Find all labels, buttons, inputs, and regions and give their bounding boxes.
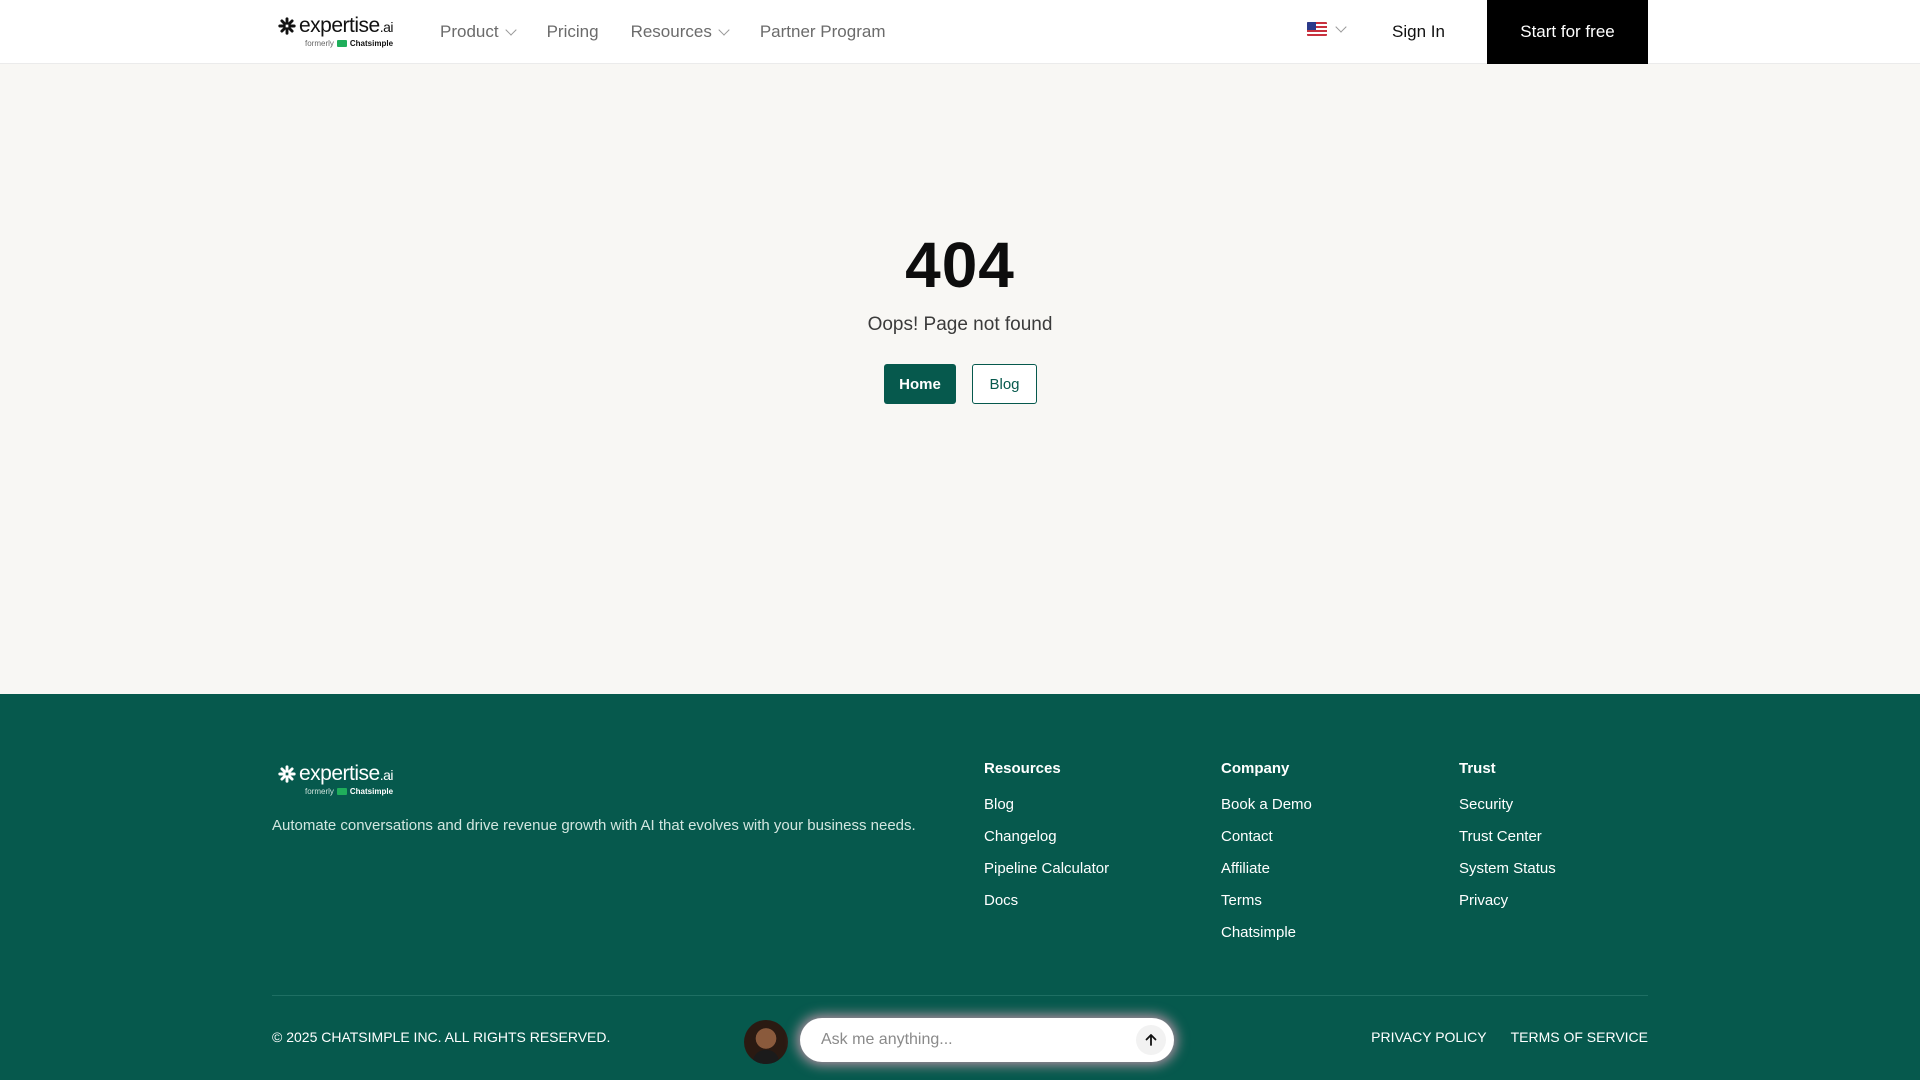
chat-widget [800, 1018, 1174, 1062]
asterisk-logo-icon [278, 765, 296, 783]
home-button[interactable]: Home [884, 364, 956, 404]
sign-in-link[interactable]: Sign In [1392, 0, 1445, 64]
footer-logo[interactable]: expertise.ai formerly Chatsimple [278, 762, 394, 796]
main-nav: Product Pricing Resources Partner Progra… [440, 0, 886, 64]
footer-column-trust: Trust Security Trust Center System Statu… [1459, 760, 1556, 924]
footer-column-company: Company Book a Demo Contact Affiliate Te… [1221, 760, 1312, 956]
footer-column-resources: Resources Blog Changelog Pipeline Calcul… [984, 760, 1109, 924]
nav-product[interactable]: Product [440, 22, 517, 42]
error-actions: Home Blog [884, 364, 1037, 404]
chevron-down-icon [718, 24, 730, 36]
error-message: Oops! Page not found [867, 314, 1053, 335]
footer-link-privacy[interactable]: Privacy [1459, 892, 1556, 910]
privacy-policy-link[interactable]: PRIVACY POLICY [1371, 1029, 1486, 1045]
nav-pricing[interactable]: Pricing [547, 22, 599, 42]
nav-resources[interactable]: Resources [630, 22, 730, 42]
footer-link-book-a-demo[interactable]: Book a Demo [1221, 796, 1312, 814]
copyright-text: © 2025 CHATSIMPLE INC. ALL RIGHTS RESERV… [272, 1029, 611, 1045]
nav-resources-label: Resources [630, 22, 712, 41]
footer-link-contact[interactable]: Contact [1221, 828, 1312, 846]
nav-pricing-label: Pricing [546, 22, 599, 41]
footer-divider [272, 995, 1648, 996]
logo-suffix: .ai [379, 19, 394, 35]
footer-column-title: Trust [1459, 760, 1496, 777]
logo-former-brand: Chatsimple [349, 39, 394, 48]
footer-link-docs[interactable]: Docs [984, 892, 1109, 910]
logo-wordmark: expertise [299, 14, 380, 37]
footer-link-system-status[interactable]: System Status [1459, 860, 1556, 878]
footer-link-changelog[interactable]: Changelog [984, 828, 1109, 846]
logo-formerly: formerly [305, 787, 334, 796]
footer-link-blog[interactable]: Blog [984, 796, 1109, 814]
chat-input[interactable] [821, 1031, 1121, 1049]
language-selector[interactable] [1307, 21, 1347, 36]
chevron-down-icon [1335, 21, 1347, 33]
chat-send-button[interactable] [1136, 1025, 1166, 1055]
chatsimple-badge-icon [336, 40, 347, 47]
nav-product-label: Product [440, 22, 499, 41]
terms-of-service-link[interactable]: TERMS OF SERVICE [1511, 1029, 1648, 1045]
footer-column-title: Company [1221, 760, 1290, 777]
asterisk-logo-icon [278, 17, 296, 35]
footer-column-title: Resources [984, 760, 1061, 777]
logo-wordmark: expertise [299, 762, 380, 785]
logo-suffix: .ai [379, 767, 394, 783]
blog-button[interactable]: Blog [972, 364, 1037, 404]
nav-partner-program-label: Partner Program [759, 22, 886, 41]
us-flag-icon [1307, 22, 1327, 36]
chevron-down-icon [504, 24, 517, 36]
footer-link-affiliate[interactable]: Affiliate [1221, 860, 1312, 878]
footer-tagline: Automate conversations and drive revenue… [272, 817, 916, 834]
logo-former-brand: Chatsimple [349, 787, 394, 796]
chatsimple-badge-icon [336, 788, 347, 795]
footer-link-trust-center[interactable]: Trust Center [1459, 828, 1556, 846]
arrow-up-icon [1145, 1034, 1157, 1046]
chat-agent-avatar[interactable] [744, 1020, 788, 1064]
header-logo[interactable]: expertise.ai formerly Chatsimple [278, 14, 394, 48]
nav-partner-program[interactable]: Partner Program [760, 22, 886, 42]
site-header: expertise.ai formerly Chatsimple Product… [0, 0, 1920, 64]
footer-link-chatsimple[interactable]: Chatsimple [1221, 924, 1312, 942]
footer-link-pipeline-calculator[interactable]: Pipeline Calculator [984, 860, 1109, 878]
legal-links: PRIVACY POLICY TERMS OF SERVICE [1371, 1029, 1648, 1045]
footer-link-security[interactable]: Security [1459, 796, 1556, 814]
logo-formerly: formerly [305, 39, 334, 48]
footer-link-terms[interactable]: Terms [1221, 892, 1312, 910]
start-for-free-button[interactable]: Start for free [1487, 0, 1648, 64]
error-code: 404 [905, 229, 1015, 301]
